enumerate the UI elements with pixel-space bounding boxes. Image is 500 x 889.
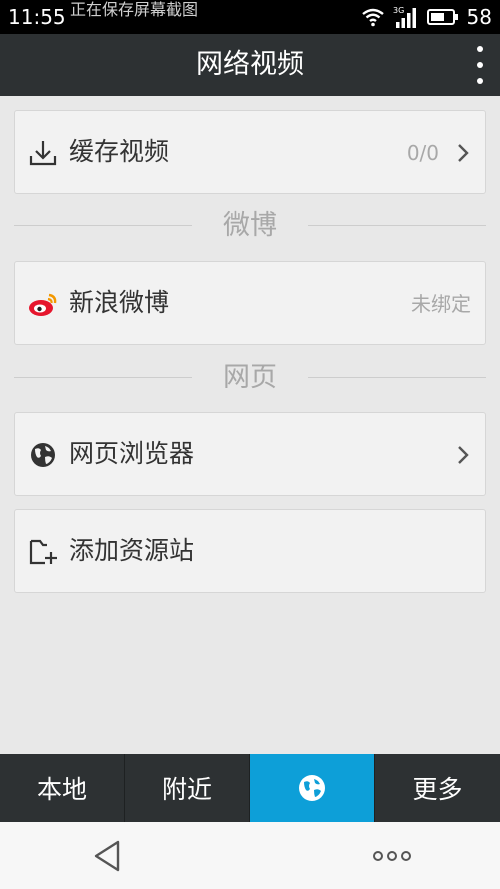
status-icons: 3G 58 <box>361 4 492 30</box>
wifi-icon <box>361 8 384 27</box>
back-triangle-icon[interactable] <box>90 838 126 874</box>
cached-videos-label: 缓存视频 <box>69 137 170 166</box>
tab-local[interactable]: 本地 <box>0 754 125 822</box>
globe-icon <box>299 775 325 801</box>
chevron-right-icon <box>458 144 469 162</box>
battery-icon <box>426 9 458 25</box>
signal-3g-icon: 3G <box>393 6 416 28</box>
overflow-menu-icon <box>477 46 483 52</box>
app-bar: 网络视频 <box>0 34 500 96</box>
cached-videos-item[interactable]: 缓存视频 0/0 <box>14 110 486 194</box>
sina-weibo-item[interactable]: 新浪微博 未绑定 <box>14 261 486 345</box>
tab-nearby[interactable]: 附近 <box>125 754 250 822</box>
download-icon <box>29 141 57 166</box>
add-folder-icon <box>29 539 57 565</box>
content-area: 缓存视频 0/0 微博 新浪微博 未绑定 网页 网页浏览器 添加资源站 <box>0 96 500 754</box>
network-type-label: 3G <box>393 6 404 15</box>
section-title-weibo: 微博 <box>223 210 277 241</box>
chevron-right-icon <box>458 446 469 464</box>
add-source-label: 添加资源站 <box>69 536 195 565</box>
battery-level: 58 <box>466 5 492 29</box>
page-title: 网络视频 <box>196 49 304 80</box>
overflow-menu-button[interactable] <box>470 46 490 84</box>
section-header-weibo: 微博 <box>14 206 486 246</box>
globe-icon <box>31 443 55 467</box>
bottom-nav: 本地 附近 更多 <box>0 754 500 822</box>
weibo-bind-status: 未绑定 <box>411 292 471 316</box>
tab-online[interactable] <box>250 754 375 822</box>
more-dots-icon[interactable] <box>372 846 412 866</box>
add-source-item[interactable]: 添加资源站 <box>14 509 486 593</box>
web-browser-item[interactable]: 网页浏览器 <box>14 412 486 496</box>
screenshot-toast: 正在保存屏幕截图 <box>70 0 199 19</box>
section-title-web: 网页 <box>223 362 277 393</box>
sina-weibo-label: 新浪微博 <box>69 288 170 317</box>
weibo-icon <box>29 293 57 316</box>
section-header-web: 网页 <box>14 358 486 398</box>
system-nav-bar <box>0 822 500 889</box>
status-time: 11:55 <box>8 5 66 29</box>
tab-more[interactable]: 更多 <box>375 754 500 822</box>
cached-videos-count: 0/0 <box>406 141 439 165</box>
status-bar: 11:55 正在保存屏幕截图 3G 58 <box>0 0 500 34</box>
web-browser-label: 网页浏览器 <box>69 439 195 468</box>
